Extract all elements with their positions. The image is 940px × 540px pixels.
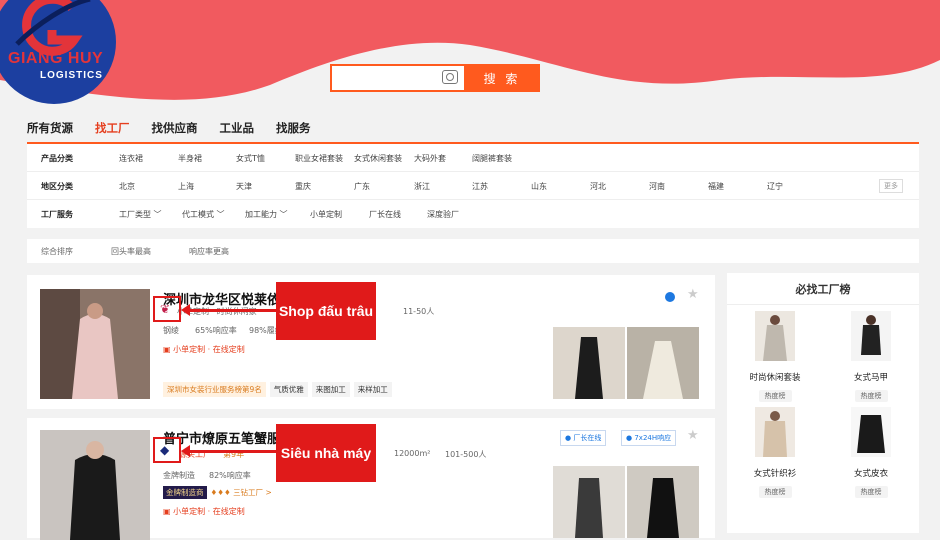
- product-image[interactable]: [627, 327, 699, 399]
- product-image[interactable]: [553, 466, 625, 538]
- filter-option[interactable]: 辽宁: [767, 181, 783, 192]
- top-nav: 所有货源 找工厂 找供应商 工业品 找服务: [27, 120, 311, 136]
- filter-option[interactable]: 女式休闲套装: [354, 153, 402, 164]
- callout-factory: Siêu nhà máy: [276, 424, 376, 482]
- highlight-box: [153, 296, 181, 322]
- filter-row-region: 地区分类 北京 上海 天津 重庆 广东 浙江 江苏 山东 河北 河南 福建 辽宁…: [27, 172, 919, 200]
- nav-industrial[interactable]: 工业品: [220, 120, 255, 136]
- filter-option[interactable]: 浙江: [414, 181, 430, 192]
- filter-option[interactable]: 大码外套: [414, 153, 446, 164]
- filter-label: 产品分类: [41, 153, 73, 163]
- nav-find-factory[interactable]: 找工厂: [95, 120, 130, 136]
- filter-dropdown[interactable]: 加工能力 ﹀: [245, 209, 288, 220]
- camera-icon[interactable]: [442, 70, 458, 84]
- filter-row-service: 工厂服务 工厂类型 ﹀ 代工模式 ﹀ 加工能力 ﹀ 小单定制 厂长在线 深度验厂: [27, 200, 919, 228]
- owner-online-badge[interactable]: ● 厂长在线: [560, 430, 607, 446]
- factory-area: 12000m²: [394, 449, 431, 458]
- more-button[interactable]: 更多: [879, 179, 903, 193]
- arrow-icon: [181, 304, 277, 316]
- filter-option[interactable]: 广东: [354, 181, 370, 192]
- favorite-star-icon[interactable]: ★: [687, 428, 699, 443]
- highlight-box: [153, 437, 181, 463]
- filter-dropdown[interactable]: 工厂类型 ﹀: [119, 209, 162, 220]
- arrow-icon: [181, 445, 277, 457]
- filter-option[interactable]: 职业女裙套装: [295, 153, 343, 164]
- favorite-star-icon[interactable]: ★: [687, 287, 699, 302]
- factory-level: 金牌制造: [163, 471, 195, 480]
- ranking-item[interactable]: 女式针织衫 热度榜: [727, 403, 823, 499]
- category-image: [851, 407, 891, 457]
- filter-option[interactable]: 半身裙: [178, 153, 202, 164]
- logo-subtitle: LOGISTICS: [40, 70, 103, 81]
- sort-bar: 综合排序 回头率最高 响应率更高: [27, 239, 919, 263]
- ranking-item[interactable]: 女式马甲 热度榜: [823, 307, 919, 403]
- filter-option[interactable]: 阔腿裤套装: [472, 153, 512, 164]
- factory-staff: 101-500人: [445, 450, 487, 459]
- filter-option[interactable]: 重庆: [295, 181, 311, 192]
- filter-option[interactable]: 厂长在线: [369, 209, 401, 220]
- filter-dropdown[interactable]: 代工模式 ﹀: [182, 209, 225, 220]
- tier-text[interactable]: ♦♦♦ 三钻工厂 >: [211, 487, 272, 498]
- style-chip[interactable]: 来图加工: [311, 382, 350, 397]
- style-chip[interactable]: 气质优雅: [269, 382, 308, 397]
- rank-chip[interactable]: 深圳市女装行业服务榜第9名: [163, 382, 266, 397]
- nav-find-service[interactable]: 找服务: [276, 120, 311, 136]
- chip-row: 深圳市女装行业服务榜第9名 气质优雅 来图加工 来样加工: [163, 382, 392, 397]
- service-tags: ▣ 小单定制 · 在线定制: [163, 507, 245, 516]
- logo-title: GIANG HUY: [8, 50, 104, 67]
- shield-icon: [665, 292, 675, 302]
- search-input[interactable]: [330, 64, 464, 92]
- product-thumbnail[interactable]: [40, 289, 150, 399]
- filter-option[interactable]: 福建: [708, 181, 724, 192]
- ranking-title: 必找工厂榜: [727, 273, 919, 305]
- nav-find-supplier[interactable]: 找供应商: [152, 120, 198, 136]
- service-tags: ▣ 小单定制 · 在线定制: [163, 345, 245, 354]
- giang-huy-logo: GIANG HUY LOGISTICS: [0, 0, 116, 104]
- ranking-item[interactable]: 时尚休闲套装 热度榜: [727, 307, 823, 403]
- sort-response-rate[interactable]: 响应率更高: [189, 246, 229, 257]
- product-thumbnail[interactable]: [40, 430, 150, 540]
- product-image[interactable]: [553, 327, 625, 399]
- response-badge[interactable]: ● 7x24H响应: [621, 430, 677, 446]
- category-image: [851, 311, 891, 361]
- style-chip[interactable]: 来样加工: [353, 382, 392, 397]
- filter-option[interactable]: 江苏: [472, 181, 488, 192]
- banner-wave: [0, 0, 940, 100]
- gold-badge[interactable]: 金牌制造商: [163, 486, 207, 499]
- ranking-item[interactable]: 女式皮衣 热度榜: [823, 403, 919, 499]
- sort-default[interactable]: 综合排序: [41, 246, 73, 257]
- sort-return-rate[interactable]: 回头率最高: [111, 246, 151, 257]
- callout-shop: Shop đấu trâu: [276, 282, 376, 340]
- filter-option[interactable]: 河南: [649, 181, 665, 192]
- filter-option[interactable]: 小单定制: [310, 209, 342, 220]
- response-rate: 82%响应率: [209, 471, 251, 480]
- tier-row: 金牌制造商 ♦♦♦ 三钻工厂 >: [163, 486, 272, 499]
- filter-option[interactable]: 北京: [119, 181, 135, 192]
- category-image: [755, 407, 795, 457]
- filter-option[interactable]: 连衣裙: [119, 153, 143, 164]
- filter-label: 工厂服务: [41, 209, 73, 219]
- filter-row-category: 产品分类 连衣裙 半身裙 女式T恤 职业女裙套装 女式休闲套装 大码外套 阔腿裤…: [27, 144, 919, 172]
- search-bar: 搜 索: [330, 64, 540, 92]
- filter-option[interactable]: 天津: [236, 181, 252, 192]
- filter-option[interactable]: 上海: [178, 181, 194, 192]
- product-image[interactable]: [627, 466, 699, 538]
- response-rate: 65%响应率: [195, 326, 237, 335]
- filter-panel: 产品分类 连衣裙 半身裙 女式T恤 职业女裙套装 女式休闲套装 大码外套 阔腿裤…: [27, 144, 919, 228]
- filter-label: 地区分类: [41, 181, 73, 191]
- filter-option[interactable]: 河北: [590, 181, 606, 192]
- factory-ranking-panel: 必找工厂榜 时尚休闲套装 热度榜 女式马甲 热度榜 女式针织衫 热度榜 女式皮衣…: [727, 273, 919, 533]
- category-image: [755, 311, 795, 361]
- filter-option[interactable]: 山东: [531, 181, 547, 192]
- filter-option[interactable]: 深度验厂: [427, 209, 459, 220]
- filter-option[interactable]: 女式T恤: [236, 153, 265, 164]
- search-button[interactable]: 搜 索: [464, 64, 540, 92]
- factory-staff: 11-50人: [403, 307, 435, 316]
- nav-all-goods[interactable]: 所有货源: [27, 120, 73, 136]
- factory-level: 钢绫: [163, 326, 179, 335]
